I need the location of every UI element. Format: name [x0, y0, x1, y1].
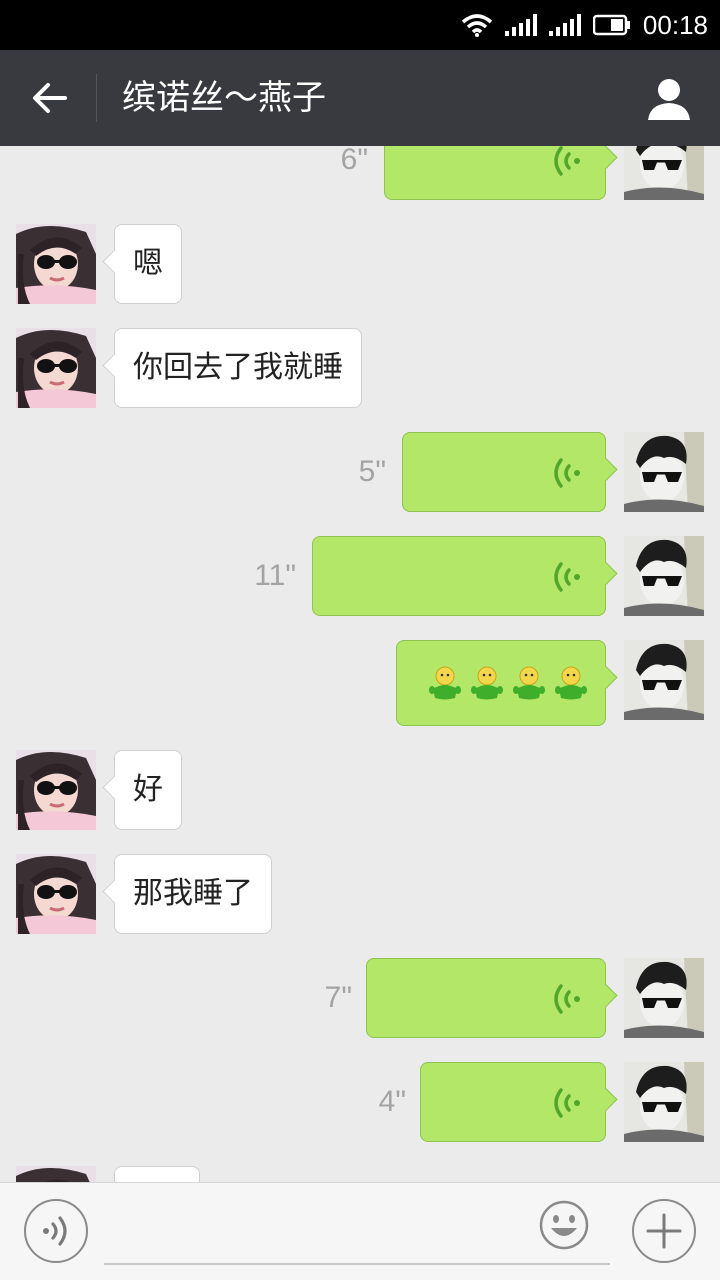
- message-row: 7": [0, 958, 720, 1038]
- input-bar: [0, 1182, 720, 1280]
- voice-wave-icon: [551, 1087, 581, 1119]
- wifi-icon: [461, 14, 493, 37]
- more-button[interactable]: [632, 1199, 696, 1263]
- contact-avatar[interactable]: [16, 1166, 96, 1182]
- contact-photo: [16, 854, 96, 934]
- green-figure-emoji-icon: [427, 665, 463, 701]
- user-photo: [624, 536, 704, 616]
- green-figure-emoji-icon: [553, 665, 589, 701]
- my-avatar[interactable]: [624, 640, 704, 720]
- voice-message-bubble[interactable]: [384, 146, 606, 200]
- voice-duration: 4": [378, 1085, 406, 1118]
- emoji-group: [427, 665, 589, 701]
- user-photo: [624, 146, 704, 200]
- voice-wave-icon: [551, 983, 581, 1015]
- voice-message-bubble[interactable]: [420, 1062, 606, 1142]
- chat-header: 缤诺丝～燕子: [0, 50, 720, 146]
- user-photo: [624, 958, 704, 1038]
- message-row: 6": [0, 146, 720, 200]
- my-avatar[interactable]: [624, 432, 704, 512]
- voice-wave-icon: [551, 457, 581, 489]
- text-message-bubble[interactable]: [114, 1166, 200, 1182]
- message-row: 好: [0, 750, 720, 830]
- voice-icon: [43, 1216, 67, 1246]
- contact-photo: [16, 1166, 96, 1182]
- user-photo: [624, 1062, 704, 1142]
- contact-photo: [16, 224, 96, 304]
- signal-icon: [548, 14, 581, 36]
- voice-message-bubble[interactable]: [366, 958, 606, 1038]
- text-message-bubble[interactable]: 你回去了我就睡: [114, 328, 362, 408]
- battery-icon: [592, 14, 630, 36]
- plus-icon: [646, 1213, 682, 1249]
- voice-message-bubble[interactable]: [312, 536, 606, 616]
- text-message-bubble[interactable]: 好: [114, 750, 182, 830]
- text-message-bubble[interactable]: 嗯: [114, 224, 182, 304]
- message-row: [0, 640, 720, 726]
- arrow-left-icon: [33, 83, 67, 113]
- voice-duration: 5": [358, 455, 386, 488]
- voice-message-bubble[interactable]: [402, 432, 606, 512]
- contact-avatar[interactable]: [16, 328, 96, 408]
- user-photo: [624, 432, 704, 512]
- voice-duration: 7": [324, 981, 352, 1014]
- message-row: [0, 1166, 720, 1182]
- green-figure-emoji-icon: [469, 665, 505, 701]
- voice-wave-icon: [551, 561, 581, 593]
- emoji-button[interactable]: [538, 1199, 590, 1251]
- header-divider: [96, 74, 97, 122]
- my-avatar[interactable]: [624, 1062, 704, 1142]
- clock: 00:18: [642, 9, 708, 40]
- message-row: 5": [0, 432, 720, 512]
- contact-avatar[interactable]: [16, 224, 96, 304]
- message-row: 那我睡了: [0, 854, 720, 934]
- message-input[interactable]: [104, 1203, 610, 1265]
- emoji-message-bubble[interactable]: [396, 640, 606, 726]
- signal-icon: [504, 14, 537, 36]
- voice-wave-icon: [551, 146, 581, 177]
- text-message-bubble[interactable]: 那我睡了: [114, 854, 272, 934]
- message-list[interactable]: 6" 嗯 你回去了我就睡 5" 11" 好 那我睡了 7" 4": [0, 146, 720, 1182]
- message-row: 4": [0, 1062, 720, 1142]
- message-row: 你回去了我就睡: [0, 328, 720, 408]
- contact-avatar[interactable]: [16, 750, 96, 830]
- back-button[interactable]: [18, 68, 80, 128]
- contact-avatar[interactable]: [16, 854, 96, 934]
- voice-duration: 11": [254, 559, 296, 592]
- message-row: 11": [0, 536, 720, 616]
- my-avatar[interactable]: [624, 958, 704, 1038]
- profile-button[interactable]: [646, 76, 692, 122]
- green-figure-emoji-icon: [511, 665, 547, 701]
- user-photo: [624, 640, 704, 720]
- smiley-icon: [539, 1200, 589, 1250]
- my-avatar[interactable]: [624, 146, 704, 200]
- status-bar: 00:18: [0, 0, 720, 50]
- voice-duration: 6": [340, 146, 368, 176]
- person-icon: [648, 79, 690, 120]
- contact-photo: [16, 750, 96, 830]
- contact-photo: [16, 328, 96, 408]
- voice-input-button[interactable]: [24, 1199, 88, 1263]
- message-row: 嗯: [0, 224, 720, 304]
- my-avatar[interactable]: [624, 536, 704, 616]
- chat-title: 缤诺丝～燕子: [122, 78, 326, 118]
